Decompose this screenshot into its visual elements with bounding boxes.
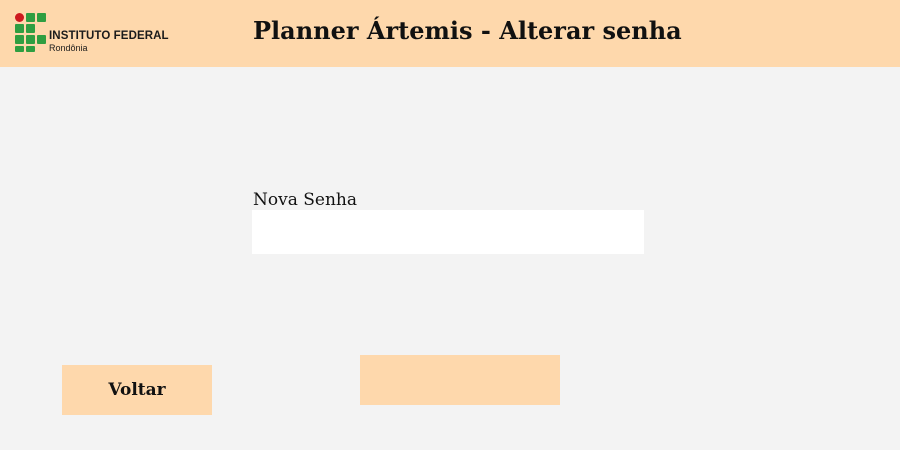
submit-button[interactable]	[360, 355, 560, 405]
institute-name: INSTITUTO FEDERAL	[49, 30, 169, 42]
institute-campus: Rondônia	[49, 43, 88, 53]
institute-logo-icon	[15, 13, 46, 52]
header-bar: INSTITUTO FEDERAL Rondônia Planner Ártem…	[0, 0, 900, 67]
institute-logo: INSTITUTO FEDERAL Rondônia	[15, 13, 169, 55]
back-button[interactable]: Voltar	[62, 365, 212, 415]
new-password-input[interactable]	[252, 210, 644, 254]
page-title: Planner Ártemis - Alterar senha	[253, 16, 682, 45]
new-password-label: Nova Senha	[253, 190, 357, 210]
